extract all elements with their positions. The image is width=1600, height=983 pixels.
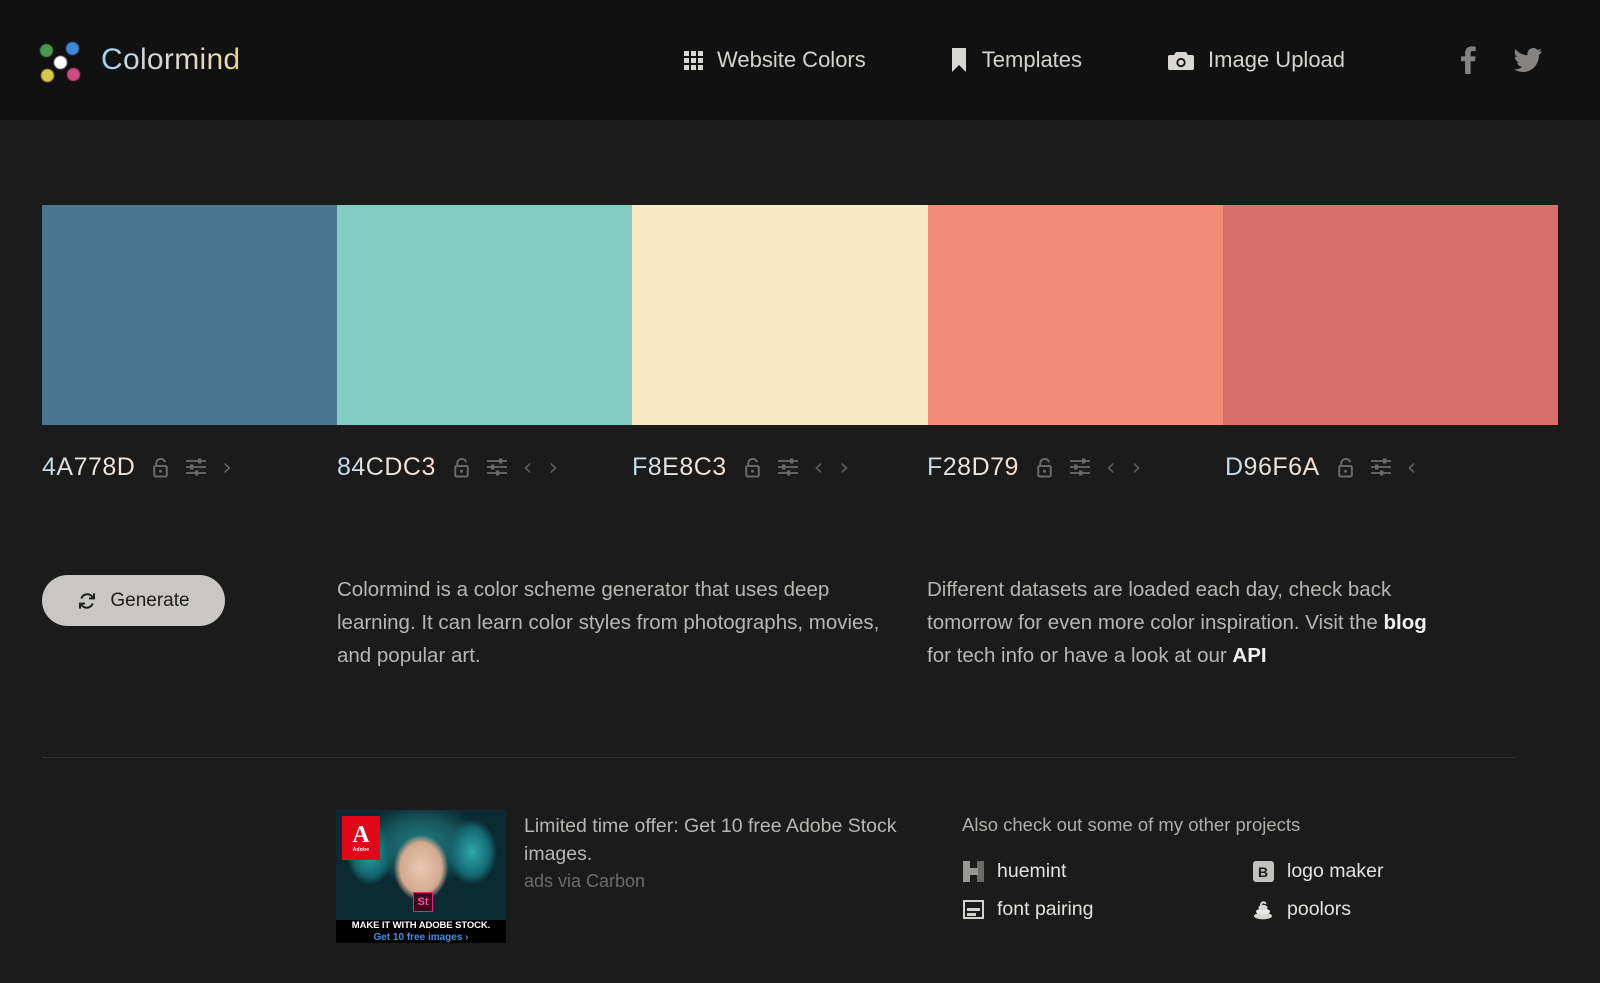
twitter-icon[interactable] (1514, 48, 1542, 72)
swatch-control-2: 84CDC3 ‹ › (337, 447, 558, 487)
hex-value-5[interactable]: D96F6A (1225, 453, 1320, 482)
lock-icon-1[interactable] (153, 457, 170, 478)
ad-banner-image[interactable]: A Adobe St MAKE IT WITH ADOBE STOCK. Get… (336, 810, 506, 943)
lock-icon-4[interactable] (1037, 457, 1054, 478)
nav-item-website-colors[interactable]: Website Colors (684, 47, 866, 73)
project-label-font-pairing: font pairing (997, 898, 1094, 920)
poolors-icon (1252, 899, 1274, 921)
next-color-icon-3[interactable]: › (839, 455, 849, 479)
color-swatch-4[interactable] (928, 205, 1223, 425)
about-right-text-1: Different datasets are loaded each day, … (927, 578, 1392, 634)
project-link-huemint[interactable]: huemint (962, 860, 1252, 883)
ad-hair-right (444, 814, 504, 892)
ad-text-block: Limited time offer: Get 10 free Adobe St… (524, 812, 904, 892)
generate-label: Generate (110, 589, 190, 611)
prev-color-icon-5[interactable]: ‹ (1407, 455, 1417, 479)
ad-caption-line2: Get 10 free images › (373, 932, 469, 943)
logo-dot-yellow (41, 69, 54, 82)
about-right-text-2: for tech info or have a look at our (927, 644, 1233, 667)
footer-divider (42, 757, 1516, 758)
project-label-poolors: poolors (1287, 898, 1351, 920)
swatch-control-5: D96F6A ‹ (1225, 447, 1416, 487)
font-pairing-icon (962, 899, 984, 921)
swatch-control-4: F28D79 ‹ › (927, 447, 1141, 487)
colormind-dots-icon (38, 37, 84, 83)
adjust-icon-3[interactable] (777, 458, 798, 476)
hex-value-2[interactable]: 84CDC3 (337, 453, 436, 482)
camera-icon (1168, 50, 1195, 71)
adjust-icon-1[interactable] (186, 458, 207, 476)
color-swatch-5[interactable] (1223, 205, 1558, 425)
color-palette (42, 205, 1558, 425)
logo-dot-white (54, 56, 67, 69)
next-color-icon-4[interactable]: › (1132, 455, 1142, 479)
project-link-font-pairing[interactable]: font pairing (962, 898, 1252, 921)
ad-attribution[interactable]: ads via Carbon (524, 871, 904, 892)
refresh-icon (77, 591, 97, 611)
logo-dot-green (40, 44, 53, 57)
hex-value-4[interactable]: F28D79 (927, 453, 1019, 482)
prev-color-icon-3[interactable]: ‹ (814, 455, 824, 479)
project-label-huemint: huemint (997, 860, 1067, 882)
next-color-icon-2[interactable]: › (548, 455, 558, 479)
other-projects: Also check out some of my other projects… (962, 814, 1482, 921)
color-swatch-2[interactable] (337, 205, 632, 425)
lock-icon-5[interactable] (1337, 457, 1355, 478)
hex-value-3[interactable]: F8E8C3 (632, 453, 727, 482)
swatch-control-3: F8E8C3 ‹ › (632, 447, 849, 487)
huemint-icon (962, 861, 984, 883)
color-swatch-3[interactable] (632, 205, 928, 425)
adobe-glyph: A (352, 821, 370, 848)
color-swatch-1[interactable] (42, 205, 337, 425)
swatch-control-1: 4A778D › (42, 447, 232, 487)
site-header: Colormind Website Colors Templates Image… (0, 0, 1600, 120)
ad-caption-line1: MAKE IT WITH ADOBE STOCK. (351, 920, 491, 931)
prev-color-icon-4[interactable]: ‹ (1106, 455, 1116, 479)
nav-label-website-colors: Website Colors (717, 47, 866, 72)
project-label-logo-maker: logo maker (1287, 860, 1384, 882)
adobe-logo-icon: A Adobe (342, 816, 380, 860)
projects-grid: huemint B logo maker font pairing poolor… (962, 860, 1482, 921)
nav-label-image-upload: Image Upload (1208, 47, 1346, 72)
about-right-paragraph: Different datasets are loaded each day, … (927, 573, 1432, 672)
ad-caption: MAKE IT WITH ADOBE STOCK. Get 10 free im… (336, 920, 506, 943)
adobe-wordmark: Adobe (352, 846, 370, 853)
hex-value-1[interactable]: 4A778D (42, 453, 135, 482)
grid-icon (684, 50, 703, 70)
logo-dot-pink (67, 68, 80, 81)
logo-dot-blue (66, 42, 79, 55)
facebook-icon[interactable] (1461, 46, 1476, 74)
bookmark-icon (950, 48, 968, 72)
brand-logo[interactable]: Colormind (38, 37, 240, 83)
generate-button[interactable]: Generate (42, 575, 225, 626)
brand-name: Colormind (101, 43, 241, 76)
lock-icon-2[interactable] (454, 457, 471, 478)
nav-label-templates: Templates (981, 47, 1083, 72)
adobe-stock-badge: St (413, 892, 433, 912)
blog-link[interactable]: blog (1384, 611, 1427, 634)
adjust-icon-4[interactable] (1069, 458, 1090, 476)
nav-item-image-upload[interactable]: Image Upload (1168, 47, 1345, 73)
social-links (1461, 0, 1542, 120)
adjust-icon-2[interactable] (486, 458, 507, 476)
nav-item-templates[interactable]: Templates (950, 47, 1082, 73)
adjust-icon-5[interactable] (1370, 458, 1391, 476)
logo-maker-icon: B (1252, 861, 1274, 883)
main-nav: Website Colors Templates Image Upload (684, 0, 1345, 120)
about-left-paragraph: Colormind is a color scheme generator th… (337, 578, 880, 667)
ad-headline[interactable]: Limited time offer: Get 10 free Adobe St… (524, 812, 904, 868)
next-color-icon-1[interactable]: › (222, 455, 232, 479)
projects-title: Also check out some of my other projects (962, 814, 1301, 835)
prev-color-icon-2[interactable]: ‹ (523, 455, 533, 479)
swatch-controls: 4A778D › 84CDC3 ‹ › F8E8C3 ‹ › F28D79 ‹ … (42, 447, 1558, 487)
lock-icon-3[interactable] (744, 457, 762, 478)
project-link-logo-maker[interactable]: B logo maker (1252, 860, 1482, 883)
api-link[interactable]: API (1232, 644, 1266, 667)
project-link-poolors[interactable]: poolors (1252, 898, 1482, 921)
logo-maker-glyph: B (1252, 861, 1274, 882)
